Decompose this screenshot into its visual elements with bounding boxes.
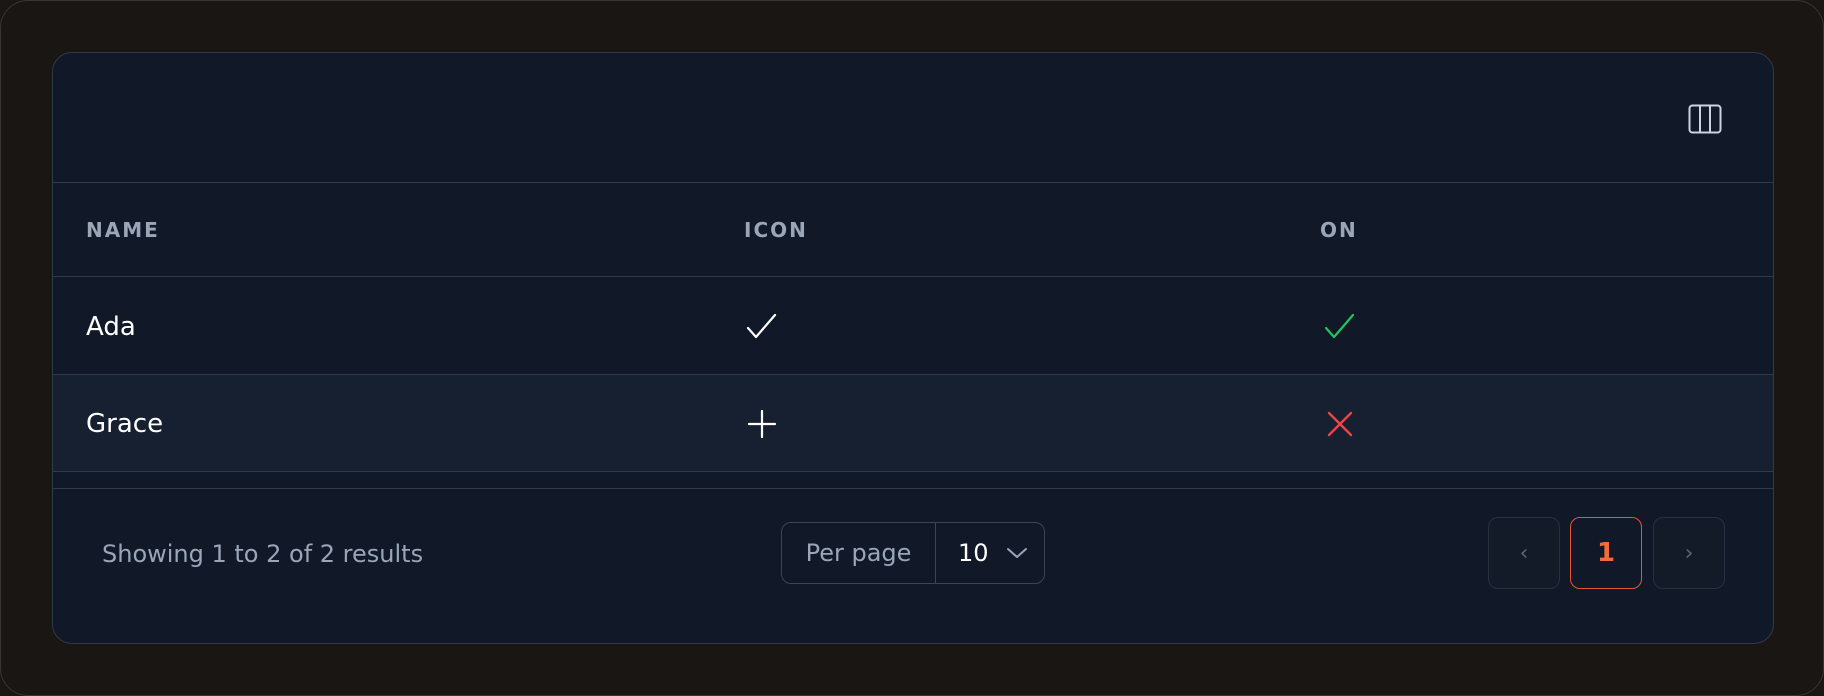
column-header-icon[interactable]: ICON	[744, 183, 808, 277]
columns-icon	[1688, 104, 1722, 134]
on-true-icon	[1324, 313, 1355, 338]
next-page-button[interactable]: ›	[1653, 517, 1725, 589]
table-footer: Showing 1 to 2 of 2 results Per page 10 …	[53, 488, 1773, 643]
per-page-select[interactable]: 10	[936, 523, 1044, 583]
table-header: NAME ICON ON	[53, 183, 1773, 277]
row-icon-cell	[745, 278, 779, 375]
table-row[interactable]: Grace	[53, 375, 1773, 472]
results-summary: Showing 1 to 2 of 2 results	[102, 540, 424, 568]
per-page-label: Per page	[782, 523, 936, 583]
column-header-name[interactable]: NAME	[86, 183, 160, 277]
chevron-down-icon	[1007, 548, 1027, 558]
row-on-cell	[1326, 375, 1354, 472]
on-false-icon	[1327, 411, 1353, 436]
per-page-value: 10	[958, 539, 989, 567]
row-name: Grace	[86, 408, 164, 439]
row-name: Ada	[86, 311, 136, 342]
row-icon-cell	[747, 375, 777, 472]
column-header-on[interactable]: ON	[1320, 183, 1358, 277]
columns-toggle-button[interactable]	[1685, 101, 1725, 137]
plus-icon	[747, 409, 777, 438]
page-1-button[interactable]: 1	[1570, 517, 1642, 589]
table-toolbar	[53, 53, 1773, 183]
window-frame: NAME ICON ON Ada Grace Showing 1 to 2 of…	[0, 0, 1824, 696]
table-card: NAME ICON ON Ada Grace Showing 1 to 2 of…	[52, 52, 1774, 644]
per-page-control: Per page 10	[781, 522, 1045, 584]
check-icon	[746, 313, 777, 338]
previous-page-button[interactable]: ‹	[1488, 517, 1560, 589]
table-row[interactable]: Ada	[53, 278, 1773, 375]
row-on-cell	[1323, 278, 1357, 375]
